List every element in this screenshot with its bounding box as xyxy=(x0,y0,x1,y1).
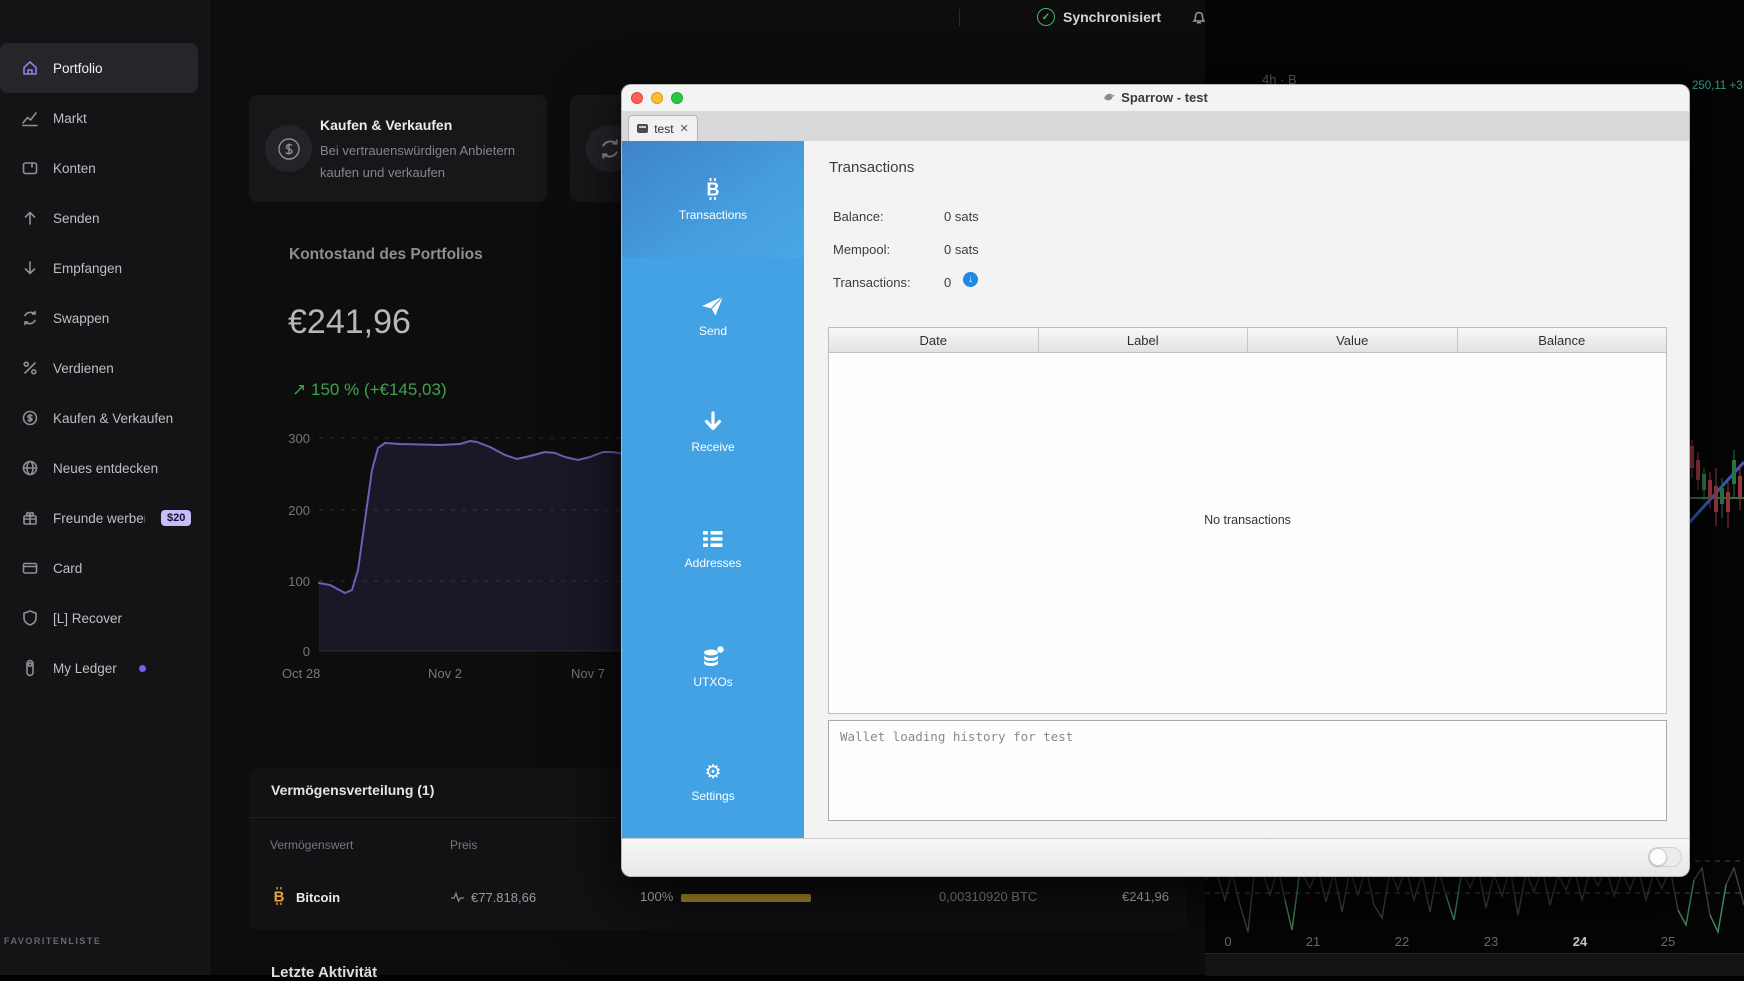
wallet-log-area[interactable]: Wallet loading history for test xyxy=(828,720,1667,821)
export-transactions-icon[interactable]: ↓ xyxy=(963,272,978,287)
transactions-count-label: Transactions: xyxy=(833,275,911,290)
wallet-icon xyxy=(637,124,649,133)
balance-value: 0 sats xyxy=(944,209,979,224)
sparrow-window: Sparrow - test test ✕ B Transactions Sen… xyxy=(621,84,1690,877)
x-axis-label: 21 xyxy=(1305,934,1321,949)
sparrow-statusbar xyxy=(622,838,1689,876)
arrow-down-icon xyxy=(703,411,723,433)
trading-bottom-bar xyxy=(1205,953,1744,976)
asset-allocation-pct: 100% xyxy=(640,889,674,904)
allocation-bar xyxy=(681,894,811,902)
toggle-knob xyxy=(1649,848,1667,866)
empty-table-message: No transactions xyxy=(1204,513,1291,527)
column-price: Preis xyxy=(450,838,478,852)
sparrow-logo-icon xyxy=(1104,93,1115,101)
tab-label: test xyxy=(654,121,674,136)
nav-item-receive[interactable]: Receive xyxy=(622,374,804,491)
gear-icon: ⚙ xyxy=(704,761,722,784)
column-value[interactable]: Value xyxy=(1248,328,1458,352)
table-header-row: Date Label Value Balance xyxy=(829,328,1666,353)
nav-label: Receive xyxy=(691,440,735,455)
nav-item-utxos[interactable]: UTXOs xyxy=(622,608,804,725)
list-icon xyxy=(702,529,724,549)
svg-text:B: B xyxy=(707,179,720,199)
bitcoin-icon: B xyxy=(270,886,288,911)
wallet-tab-test[interactable]: test ✕ xyxy=(628,115,698,141)
coins-stack-icon xyxy=(701,644,725,668)
nav-item-settings[interactable]: ⚙ Settings xyxy=(622,724,804,841)
nav-item-transactions[interactable]: B Transactions xyxy=(622,141,804,258)
panel-heading: Transactions xyxy=(829,159,915,176)
sparkline-icon xyxy=(451,892,464,903)
nav-item-addresses[interactable]: Addresses xyxy=(622,491,804,608)
log-message: Wallet loading history for test xyxy=(840,729,1074,744)
x-axis-label-current: 24 xyxy=(1572,934,1588,949)
x-axis-label: 22 xyxy=(1394,934,1410,949)
window-title: Sparrow - test xyxy=(622,90,1689,105)
balance-label: Balance: xyxy=(833,209,884,224)
last-activity-title: Letzte Aktivität xyxy=(271,964,378,981)
svg-text:B: B xyxy=(274,889,285,906)
asset-value: €241,96 xyxy=(1122,889,1169,904)
nav-label: UTXOs xyxy=(693,674,733,689)
asset-price: €77.818,66 xyxy=(450,890,536,905)
x-axis-label: 25 xyxy=(1660,934,1676,949)
transactions-count-value: 0 xyxy=(944,275,952,290)
nav-label: Transactions xyxy=(678,207,748,222)
column-date[interactable]: Date xyxy=(829,328,1039,352)
nav-label: Send xyxy=(698,323,728,338)
mempool-value: 0 sats xyxy=(944,242,979,257)
asset-amount: 0,00310920 BTC xyxy=(939,889,1038,904)
nav-label: Addresses xyxy=(684,555,742,570)
column-label[interactable]: Label xyxy=(1039,328,1248,352)
column-balance[interactable]: Balance xyxy=(1458,328,1667,352)
sparrow-titlebar[interactable]: Sparrow - test xyxy=(622,85,1689,112)
nav-item-send[interactable]: Send xyxy=(622,258,804,375)
price-ticker-partial: 250,11 +3 xyxy=(1692,80,1743,92)
nav-label: Settings xyxy=(691,789,735,804)
paper-plane-icon xyxy=(701,295,725,317)
sparrow-tabbar: test ✕ xyxy=(622,111,1689,142)
transactions-panel: Transactions Balance: 0 sats Mempool: 0 … xyxy=(804,141,1689,839)
tab-close-icon[interactable]: ✕ xyxy=(680,122,689,135)
sparrow-nav-sidebar: B Transactions Send Receive Addresses UT… xyxy=(622,141,804,839)
screen: ✓ Synchronisiert ? xyxy=(0,0,1744,981)
asset-allocation-title: Vermögensverteilung (1) xyxy=(271,782,435,798)
bitcoin-icon: B xyxy=(702,177,724,201)
proxy-toggle[interactable] xyxy=(1648,847,1682,867)
column-asset: Vermögenswert xyxy=(270,838,354,852)
candlestick-sliver xyxy=(1688,440,1744,528)
mempool-label: Mempool: xyxy=(833,242,891,257)
asset-name[interactable]: Bitcoin xyxy=(296,890,340,905)
transactions-table: Date Label Value Balance No transactions xyxy=(828,327,1667,714)
x-axis-label: 0 xyxy=(1224,934,1232,949)
x-axis-label: 23 xyxy=(1483,934,1499,949)
